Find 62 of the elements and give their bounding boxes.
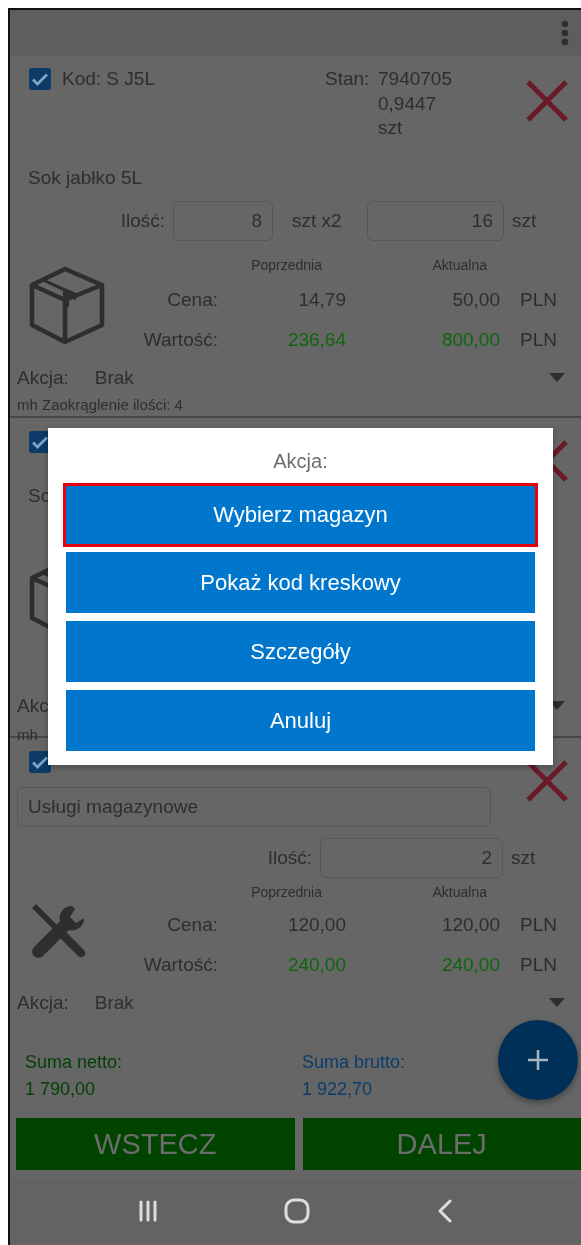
net-total-value: 1 790,00	[25, 1078, 96, 1100]
value-current: 800,00	[440, 329, 500, 351]
value-label: Wartość:	[142, 328, 218, 352]
column-header: Poprzednia	[250, 883, 323, 902]
quantity-field[interactable]: 8	[173, 201, 273, 241]
action-value[interactable]: Brak	[94, 992, 134, 1014]
checkbox[interactable]	[28, 750, 52, 774]
recent-apps-icon[interactable]	[138, 1199, 159, 1222]
add-button[interactable]	[498, 1020, 578, 1100]
dialog-option-button[interactable]: Anuluj	[66, 690, 535, 751]
column-header: Aktualna	[431, 257, 488, 273]
dialog-title: Akcja:	[272, 449, 329, 474]
column-header: Aktualna	[431, 884, 488, 900]
stock-label: Stan:	[325, 67, 371, 91]
value-previous: 236,64	[286, 329, 346, 351]
close-icon[interactable]	[524, 758, 570, 804]
price-previous: 14,79	[297, 289, 346, 311]
item-name: Sok jabłko 5L	[27, 166, 144, 190]
quantity-field[interactable]: 2	[320, 838, 503, 878]
net-total-label: Suma netto:	[25, 1051, 123, 1073]
value-label: Wartość:	[142, 953, 218, 977]
action-label: Akcja:	[17, 992, 69, 1014]
gross-total-label: Suma brutto:	[302, 1051, 406, 1073]
unit-label: szt	[511, 847, 536, 869]
stock-value: 7940705	[378, 67, 452, 91]
back-icon[interactable]	[436, 1198, 453, 1223]
unit-label: szt	[512, 210, 537, 232]
nav-action-button[interactable]: WSTECZ	[16, 1118, 295, 1170]
plus-icon	[527, 1049, 549, 1071]
price-previous: 120,00	[286, 914, 346, 936]
unit-multiplier: szt x2	[292, 210, 343, 232]
gross-total-value: 1 922,70	[302, 1078, 373, 1100]
dialog-option-button[interactable]: Pokaż kod kreskowy	[66, 552, 535, 613]
action-label: Akcja:	[17, 367, 69, 389]
nav-action-button[interactable]: DALEJ	[302, 1118, 581, 1170]
currency: PLN	[519, 329, 558, 351]
action-value[interactable]: Brak	[94, 367, 134, 389]
home-icon[interactable]	[284, 1197, 311, 1224]
stock-value: szt	[378, 116, 404, 140]
item-name-field[interactable]: Usługi magazynowe	[17, 787, 491, 827]
checkbox[interactable]	[28, 67, 52, 91]
price-current: 50,00	[451, 289, 500, 311]
currency: PLN	[519, 954, 558, 976]
rounding-note: mh Zaokrąglenie ilości: 4	[16, 396, 184, 413]
currency: PLN	[519, 914, 558, 936]
price-current: 120,00	[440, 914, 500, 936]
dialog-option-button[interactable]: Wybierz magazyn	[63, 483, 538, 547]
quantity-label: Ilość:	[266, 847, 313, 869]
dialog-option-button[interactable]: Szczegóły	[66, 621, 535, 682]
quantity-label: Ilość:	[119, 210, 166, 232]
box-icon	[28, 265, 106, 345]
currency: PLN	[519, 289, 558, 311]
item-code: Kod: S J5L	[62, 67, 156, 91]
column-header: Poprzednia	[250, 256, 323, 275]
value-current: 240,00	[440, 954, 500, 976]
price-label: Cena:	[166, 913, 218, 937]
value-previous: 240,00	[286, 954, 346, 976]
price-label: Cena:	[166, 288, 218, 312]
stock-value: 0,9447	[378, 91, 438, 116]
rounding-note: mh	[16, 726, 39, 743]
action-label: Akc	[17, 695, 49, 717]
total-quantity-field[interactable]: 16	[367, 201, 504, 241]
